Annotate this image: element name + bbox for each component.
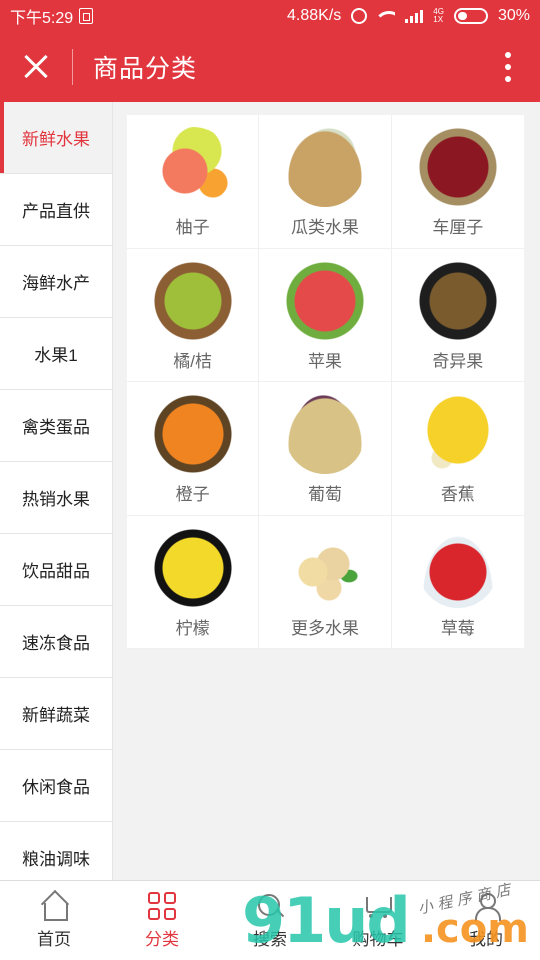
- tab-category[interactable]: 分类: [108, 881, 216, 960]
- sidebar-item-direct-supply[interactable]: 产品直供: [0, 174, 112, 246]
- nav-bar: 商品分类: [0, 32, 540, 102]
- close-icon[interactable]: [0, 32, 72, 102]
- sim-icon: [79, 8, 94, 24]
- tab-mine[interactable]: 我的: [432, 881, 540, 960]
- category-label: 柠檬: [175, 618, 210, 638]
- category-tangerine[interactable]: 橘/桔: [127, 248, 260, 382]
- more-fruit-icon: [284, 527, 365, 608]
- nav-divider: [72, 49, 73, 85]
- sidebar-item-seafood[interactable]: 海鲜水产: [0, 246, 112, 318]
- battery-level: 30%: [497, 7, 530, 24]
- tab-label: 购物车: [352, 930, 404, 949]
- sidebar-item-label: 产品直供: [22, 202, 90, 221]
- kiwi-icon: [417, 260, 498, 341]
- sidebar-item-label: 海鲜水产: [22, 274, 90, 293]
- tab-cart[interactable]: 购物车: [324, 881, 432, 960]
- strawberry-icon: [417, 527, 498, 608]
- cart-icon: [363, 891, 393, 921]
- melon-icon: [284, 127, 365, 207]
- sidebar-item-hot-fruit[interactable]: 热销水果: [0, 462, 112, 534]
- sidebar-item-label: 禽类蛋品: [22, 418, 90, 437]
- alarm-icon: [351, 8, 368, 24]
- sidebar-item-label: 粮油调味: [22, 850, 90, 869]
- category-lemon[interactable]: 柠檬: [127, 515, 260, 649]
- sidebar-item-snacks[interactable]: 休闲食品: [0, 750, 112, 822]
- sidebar-item-grain-oil[interactable]: 粮油调味: [0, 822, 112, 880]
- category-label: 更多水果: [290, 618, 359, 638]
- more-menu-icon[interactable]: [504, 52, 512, 82]
- category-grid-icon: [147, 891, 177, 921]
- category-apple[interactable]: 苹果: [259, 248, 392, 382]
- search-icon: [255, 891, 285, 921]
- tab-home[interactable]: 首页: [0, 881, 108, 960]
- tab-label: 首页: [37, 930, 71, 949]
- tab-label: 搜索: [253, 930, 287, 949]
- status-time: 下午5:29: [10, 10, 74, 27]
- status-bar: 下午5:29 4.88K/s 4G 1X 30%: [0, 0, 540, 32]
- page-title: 商品分类: [93, 55, 198, 83]
- user-icon: [471, 891, 501, 921]
- category-strawberry[interactable]: 草莓: [391, 516, 524, 649]
- lemon-icon: [152, 527, 233, 608]
- sidebar-item-poultry-eggs[interactable]: 禽类蛋品: [0, 390, 112, 462]
- category-grid: 柚子 瓜类水果 车厘子 橘/桔 苹果 奇异果 橙子 葡萄 香蕉 柠檬 更多水果 …: [127, 115, 524, 649]
- category-cherry[interactable]: 车厘子: [391, 115, 524, 249]
- banana-icon: [417, 394, 498, 474]
- category-label: 橘/桔: [173, 351, 213, 371]
- sidebar-item-drinks-desserts[interactable]: 饮品甜品: [0, 534, 112, 606]
- sidebar-item-fresh-fruit[interactable]: 新鲜水果: [0, 102, 112, 174]
- category-grape[interactable]: 葡萄: [259, 382, 392, 516]
- sidebar-item-label: 水果1: [34, 346, 78, 365]
- sidebar-item-fruit1[interactable]: 水果1: [0, 318, 112, 390]
- category-pomelo[interactable]: 柚子: [127, 115, 260, 249]
- network-type-bottom: 1X: [433, 15, 444, 24]
- home-icon: [39, 891, 69, 921]
- top-bar: 下午5:29 4.88K/s 4G 1X 30% 商品分类: [0, 0, 540, 102]
- network-speed: 4.88K/s: [287, 7, 342, 24]
- category-sidebar: 新鲜水果 产品直供 海鲜水产 水果1 禽类蛋品 热销水果 饮品甜品 速冻食品 新…: [0, 102, 113, 880]
- tangerine-icon: [152, 260, 233, 341]
- category-label: 奇异果: [432, 351, 484, 371]
- category-label: 草莓: [440, 618, 475, 638]
- sidebar-item-label: 饮品甜品: [22, 562, 90, 581]
- signal-icon: [405, 9, 424, 23]
- category-label: 葡萄: [307, 485, 342, 504]
- wifi-icon: [377, 9, 396, 23]
- pomelo-icon: [152, 127, 233, 207]
- sidebar-item-label: 新鲜蔬菜: [22, 706, 90, 725]
- category-label: 苹果: [307, 351, 342, 371]
- tab-search[interactable]: 搜索: [216, 881, 324, 960]
- network-type: 4G 1X: [433, 8, 444, 24]
- category-more-fruit[interactable]: 更多水果: [259, 515, 392, 649]
- sidebar-item-frozen-food[interactable]: 速冻食品: [0, 606, 112, 678]
- category-label: 香蕉: [440, 485, 475, 504]
- category-melon[interactable]: 瓜类水果: [259, 115, 392, 249]
- tab-label: 我的: [469, 930, 503, 949]
- category-banana[interactable]: 香蕉: [391, 382, 524, 516]
- sidebar-item-label: 速冻食品: [22, 634, 90, 653]
- apple-icon: [284, 260, 365, 341]
- bottom-tab-bar: 首页 分类 搜索 购物车 我的: [0, 880, 540, 960]
- category-kiwi[interactable]: 奇异果: [391, 249, 524, 382]
- sidebar-item-vegetables[interactable]: 新鲜蔬菜: [0, 678, 112, 750]
- tab-label: 分类: [145, 930, 179, 949]
- sidebar-item-label: 休闲食品: [22, 778, 90, 797]
- category-label: 瓜类水果: [290, 218, 359, 237]
- category-orange[interactable]: 橙子: [127, 382, 260, 516]
- category-label: 橙子: [175, 485, 210, 504]
- category-label: 车厘子: [432, 218, 484, 237]
- sidebar-item-label: 新鲜水果: [22, 130, 90, 149]
- orange-icon: [152, 394, 233, 474]
- sidebar-item-label: 热销水果: [22, 490, 90, 509]
- grape-icon: [284, 394, 365, 474]
- battery-icon: [453, 8, 488, 24]
- cherry-icon: [417, 127, 498, 207]
- category-label: 柚子: [175, 218, 210, 237]
